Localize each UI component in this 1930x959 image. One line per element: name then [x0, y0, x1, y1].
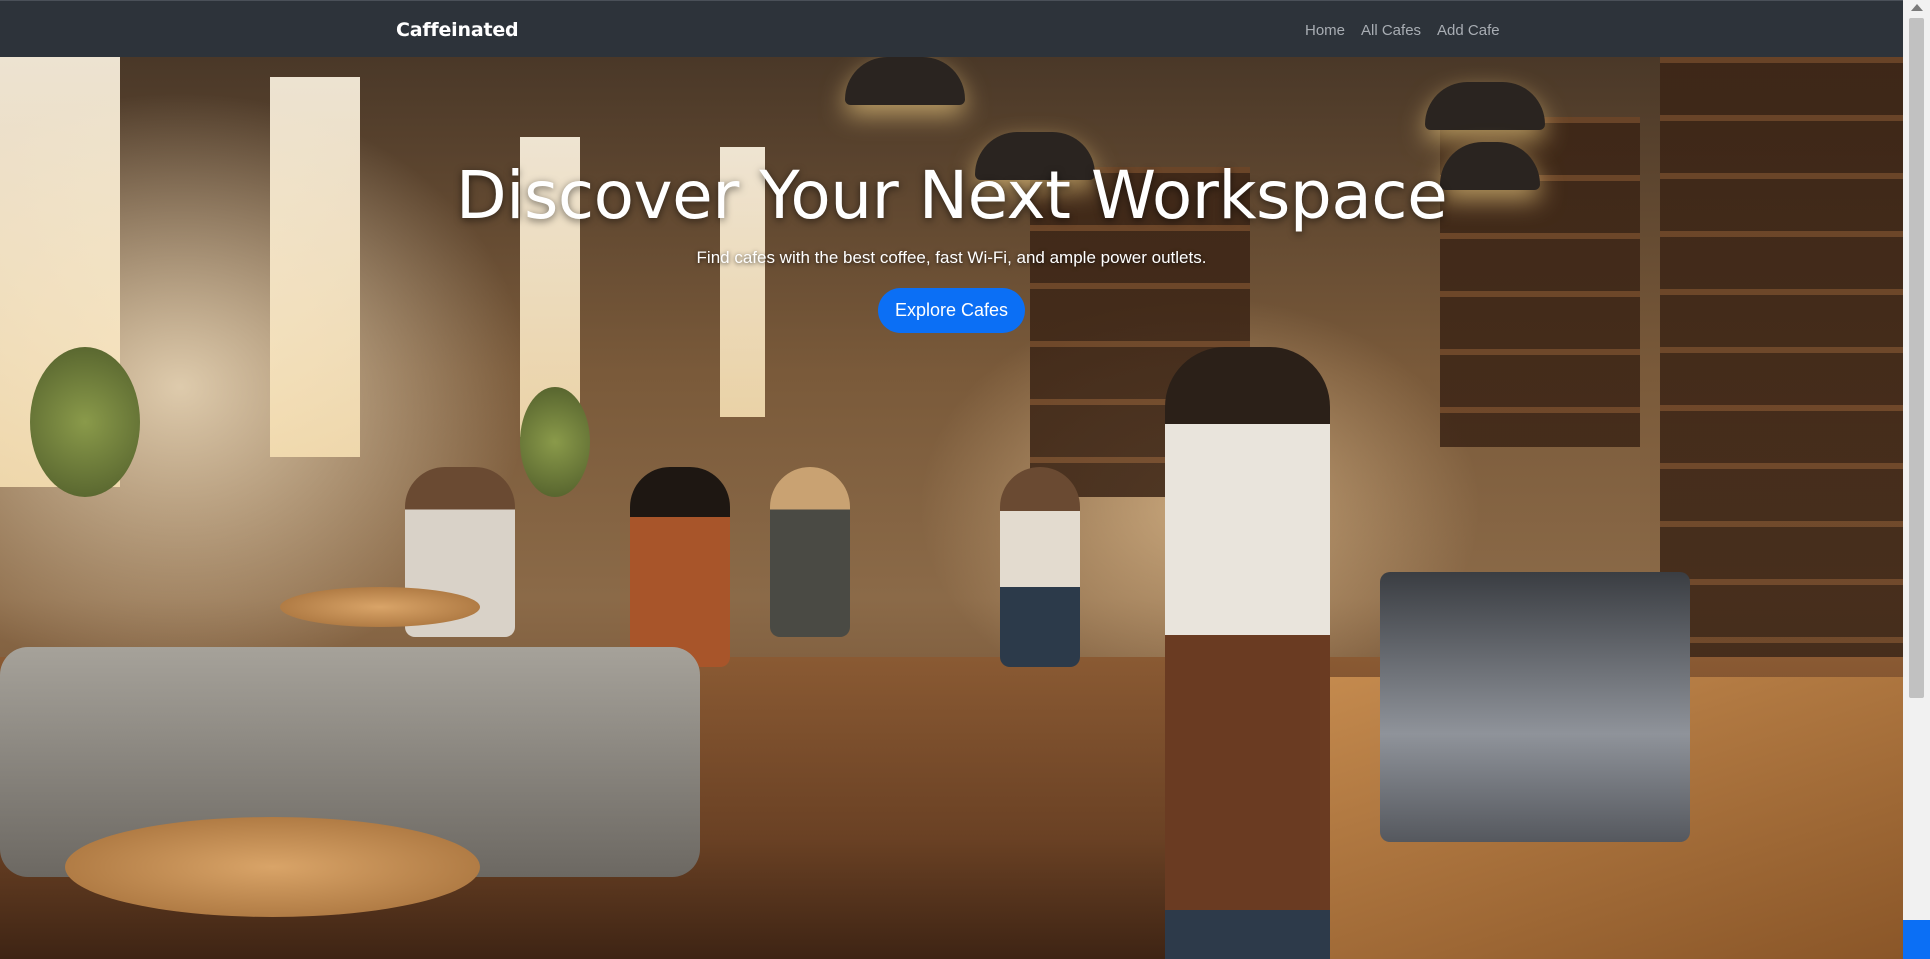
hero-subtitle: Find cafes with the best coffee, fast Wi… — [696, 248, 1207, 267]
scroll-up-arrow-icon[interactable] — [1911, 4, 1923, 11]
scroll-thumb[interactable] — [1909, 18, 1924, 698]
nav-link-all-cafes[interactable]: All Cafes — [1361, 22, 1421, 39]
nav-link-add-cafe[interactable]: Add Cafe — [1437, 22, 1500, 39]
hero-section: Discover Your Next Workspace Find cafes … — [0, 57, 1903, 959]
top-navbar: Caffeinated Home All Cafes Add Cafe — [0, 0, 1903, 57]
hero-content: Discover Your Next Workspace Find cafes … — [0, 157, 1903, 333]
vertical-scrollbar[interactable] — [1903, 0, 1930, 959]
nav-links: Home All Cafes Add Cafe — [1305, 22, 1516, 39]
explore-cafes-button[interactable]: Explore Cafes — [877, 288, 1026, 333]
brand-logo[interactable]: Caffeinated — [396, 19, 519, 41]
hero-title: Discover Your Next Workspace — [455, 157, 1448, 234]
corner-accent — [1903, 920, 1930, 959]
nav-link-home[interactable]: Home — [1305, 22, 1345, 39]
